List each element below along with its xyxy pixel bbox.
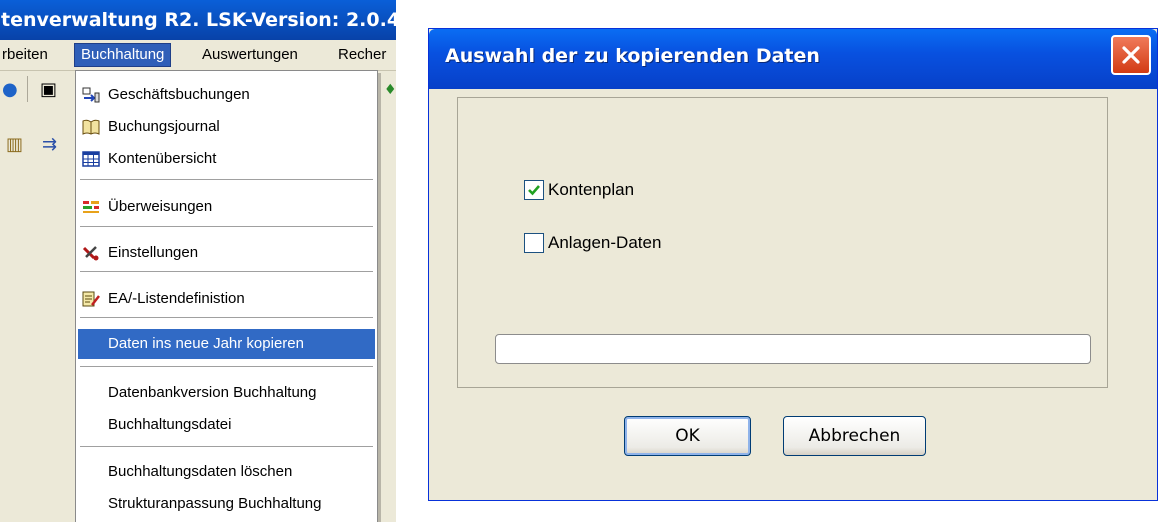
cancel-button[interactable]: Abbrechen [783, 416, 926, 456]
transfer-icon [83, 201, 99, 213]
checkbox-label: Anlagen-Daten [548, 233, 662, 252]
book-icon[interactable]: ▥ [6, 135, 23, 155]
menu-item-label: Datenbankversion Buchhaltung [108, 384, 317, 401]
menu-recherche[interactable]: Recher [332, 44, 392, 66]
table-grid-icon [82, 151, 100, 167]
properties-icon[interactable]: ▣ [40, 80, 57, 100]
menu-item-einstellungen[interactable]: Einstellungen [78, 238, 375, 268]
menu-item-label: Buchungsjournal [108, 118, 220, 135]
menu-separator [80, 366, 373, 367]
menu-item-daten-loeschen[interactable]: Buchhaltungsdaten löschen [78, 457, 375, 487]
menu-separator [80, 179, 373, 180]
menu-item-buchungsjournal[interactable]: Buchungsjournal [78, 112, 375, 142]
menu-separator [80, 271, 373, 272]
menu-separator [80, 446, 373, 447]
app-window: tenverwaltung R2. LSK-Version: 2.0.45 rb… [0, 0, 396, 522]
close-icon [1122, 46, 1140, 64]
menu-item-label: Daten ins neue Jahr kopieren [108, 335, 304, 352]
toolbar-separator [27, 76, 28, 102]
copy-data-dialog: Auswahl der zu kopierenden Daten Kontenp… [428, 28, 1158, 501]
menu-item-strukturanpassung[interactable]: Strukturanpassung Buchhaltung [78, 489, 375, 519]
list-definition-icon [82, 291, 100, 307]
menu-item-label: Geschäftsbuchungen [108, 86, 250, 103]
menu-item-label: Buchhaltungsdaten löschen [108, 463, 293, 480]
ok-button[interactable]: OK [624, 416, 751, 456]
menu-buchhaltung[interactable]: Buchhaltung [74, 43, 172, 67]
menu-separator [80, 317, 373, 318]
bookings-toolbar-icon[interactable]: ⇉ [42, 135, 57, 155]
menu-bar: rbeiten Buchhaltung Auswertungen Recher [0, 40, 396, 71]
menu-bearbeiten[interactable]: rbeiten [0, 44, 54, 66]
menu-auswertungen[interactable]: Auswertungen [196, 44, 304, 66]
menu-item-kontenuebersicht[interactable]: Kontenübersicht [78, 144, 375, 174]
dialog-title: Auswahl der zu kopierenden Daten [445, 45, 820, 67]
menu-item-label: Buchhaltungsdatei [108, 416, 232, 433]
menu-item-buchhaltungsdatei[interactable]: Buchhaltungsdatei [78, 410, 375, 440]
settings-tools-icon [82, 246, 99, 261]
checkbox-label: Kontenplan [548, 180, 635, 199]
menu-item-datenbankversion[interactable]: Datenbankversion Buchhaltung [78, 378, 375, 408]
menu-separator [80, 226, 373, 227]
copy-progress-bar [495, 334, 1091, 364]
menu-item-label: Strukturanpassung Buchhaltung [108, 495, 322, 512]
menu-item-geschaeftsbuchungen[interactable]: Geschäftsbuchungen [78, 80, 375, 110]
menu-item-label: EA/-Listendefinistion [108, 290, 245, 307]
checkmark-icon [528, 185, 540, 196]
journal-book-icon [82, 119, 100, 135]
globe-icon[interactable]: ● [2, 80, 18, 100]
bookings-icon [82, 87, 100, 103]
menu-item-ueberweisungen[interactable]: Überweisungen [78, 192, 375, 222]
checkbox-unchecked[interactable] [524, 233, 544, 253]
dialog-title-bar: Auswahl der zu kopierenden Daten [429, 29, 1157, 89]
menu-item-ea-listendefinition[interactable]: EA/-Listendefinistion [78, 284, 375, 314]
menu-item-daten-kopieren[interactable]: Daten ins neue Jahr kopieren [78, 329, 375, 359]
menu-item-label: Überweisungen [108, 198, 213, 215]
menu-item-label: Kontenübersicht [108, 150, 217, 167]
app-title: tenverwaltung R2. LSK-Version: 2.0.45 [1, 9, 396, 31]
app-title-bar: tenverwaltung R2. LSK-Version: 2.0.45 [0, 0, 396, 40]
buchhaltung-menu: Geschäftsbuchungen Buchungsjournal Konte… [75, 70, 378, 522]
toolbar-extra-icon[interactable]: ♦ [384, 80, 396, 100]
menu-item-label: Einstellungen [108, 244, 199, 261]
close-button[interactable] [1111, 35, 1151, 75]
checkbox-checked[interactable] [524, 180, 544, 200]
